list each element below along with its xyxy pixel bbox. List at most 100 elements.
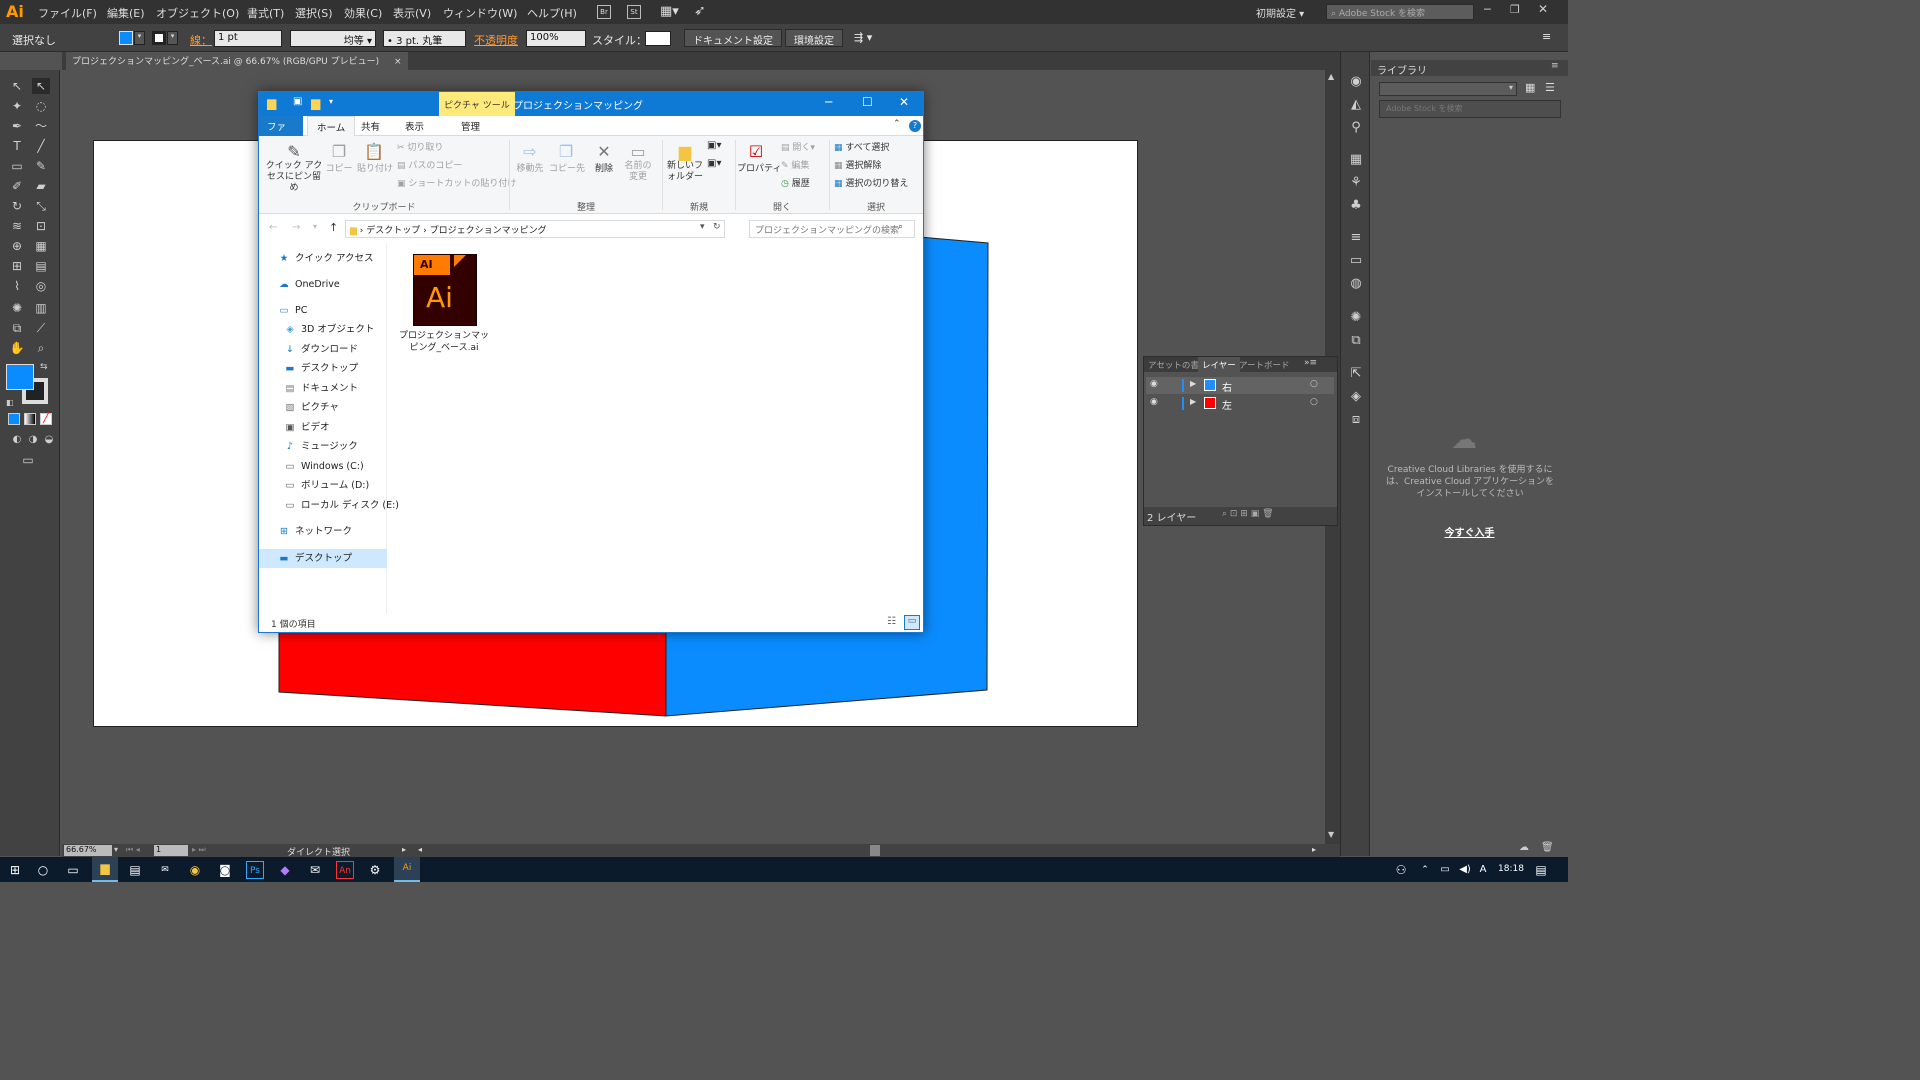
nav-drive-d[interactable]: ▭ ボリューム (D:) <box>259 476 387 495</box>
properties-quick-icon[interactable]: ▣ <box>293 96 302 107</box>
nav-label: ドキュメント <box>301 383 359 394</box>
pc-icon: ▭ <box>279 305 289 316</box>
file-item-ai[interactable]: AI Ai プロジェクションマッピング_ベース.ai <box>399 252 489 362</box>
tab-manage[interactable]: 管理 <box>461 119 480 133</box>
edit-button[interactable]: ✎ 編集 <box>781 158 809 171</box>
search-icon: ⌕ <box>898 222 904 232</box>
explorer-maximize-button[interactable]: ☐ <box>862 95 873 109</box>
new-folder-quick-icon[interactable]: ▆ <box>311 96 320 110</box>
new-folder-icon: ▆ <box>678 142 692 161</box>
back-arrow-icon[interactable]: ← <box>269 222 277 233</box>
nav-label: クイック アクセス <box>295 253 374 264</box>
cut-label: 切り取り <box>407 143 444 153</box>
explorer-minimize-button[interactable]: ─ <box>825 95 832 109</box>
pin-icon: ✎ <box>287 142 301 161</box>
nav-onedrive[interactable]: ☁ OneDrive <box>259 275 387 294</box>
copy-to-icon: ❐ <box>558 142 574 161</box>
paste-button[interactable]: 📋 貼り付け <box>357 142 394 174</box>
picture-tools-context-tab[interactable]: ピクチャ ツール <box>439 92 515 116</box>
explorer-window-title: プロジェクションマッピング <box>513 101 643 112</box>
tab-view[interactable]: 表示 <box>405 119 424 133</box>
folder-search-placeholder: プロジェクションマッピングの検索 <box>755 226 900 236</box>
breadcrumb-current[interactable]: プロジェクションマッピング <box>430 226 547 236</box>
recent-locations-icon[interactable]: ▾ <box>313 222 317 231</box>
copy-to-label: コピー先 <box>549 164 586 174</box>
fill-color-box[interactable] <box>6 364 34 390</box>
nav-desktop[interactable]: ▬ デスクトップ <box>259 359 387 378</box>
nav-pc[interactable]: ▭ PC <box>259 301 387 320</box>
invert-selection-label: 選択の切り替え <box>845 179 909 189</box>
file-name: プロジェクションマッピング_ベース.ai <box>399 331 490 353</box>
select-all-button[interactable]: ▦ すべて選択 <box>834 140 889 153</box>
nav-label: PC <box>295 305 308 316</box>
delete-button[interactable]: ✕ 削除 <box>589 142 619 174</box>
open-button[interactable]: ▤ 開く▾ <box>781 140 815 153</box>
ai-badge: AI <box>414 255 450 275</box>
tab-file[interactable]: ファイル <box>259 116 303 147</box>
paste-icon: 📋 <box>364 142 384 161</box>
address-row: ← → ▾ ↑ ▆ › デスクトップ › プロジェクションマッピング ▾ ↻ プ… <box>259 214 923 244</box>
copy-button[interactable]: ❐ コピー <box>325 142 353 174</box>
properties-label: プロパティ <box>737 164 782 174</box>
nav-documents[interactable]: ▤ ドキュメント <box>259 379 387 398</box>
new-folder-button[interactable]: ▆ 新しいフォルダー <box>665 142 705 183</box>
paste-shortcut-button[interactable]: ▣ ショートカットの貼り付け <box>397 176 516 189</box>
pin-to-quick-access-button[interactable]: ✎ クイック アクセスにピン留め <box>263 142 325 194</box>
explorer-close-button[interactable]: ✕ <box>899 95 909 109</box>
breadcrumb-desktop[interactable]: デスクトップ <box>366 226 420 236</box>
quick-access-toolbar-dropdown-icon[interactable]: ▾ <box>329 97 333 106</box>
open-group-label: 開く <box>772 203 791 213</box>
up-arrow-icon[interactable]: ↑ <box>329 221 338 234</box>
copy-icon: ❐ <box>331 142 347 161</box>
nav-label: デスクトップ <box>301 363 359 374</box>
paste-shortcut-label: ショートカットの貼り付け <box>408 179 517 189</box>
nav-label: ビデオ <box>301 422 330 433</box>
drive-icon: ▭ <box>285 480 295 491</box>
forward-arrow-icon[interactable]: → <box>292 222 300 233</box>
large-icons-view-icon[interactable]: ▭ <box>904 615 920 630</box>
nav-3d-objects[interactable]: ◈ 3D オブジェクト <box>259 320 387 339</box>
invert-selection-button[interactable]: ▦ 選択の切り替え <box>834 176 908 189</box>
help-icon[interactable]: ? <box>909 120 921 132</box>
address-bar[interactable]: ▆ › デスクトップ › プロジェクションマッピング ▾ ↻ <box>345 220 725 238</box>
tab-home[interactable]: ホーム <box>307 116 356 136</box>
nav-network[interactable]: ⊞ ネットワーク <box>259 522 387 541</box>
details-view-icon[interactable]: ☷ <box>887 616 896 627</box>
network-icon: ⊞ <box>280 526 288 537</box>
explorer-title-bar[interactable]: ▆ ▣ ▆ ▾ ピクチャ ツール プロジェクションマッピング ─ ☐ ✕ <box>259 92 923 116</box>
nav-label: ボリューム (D:) <box>301 480 370 491</box>
new-item-icon[interactable]: ▣▾ <box>707 140 721 151</box>
nav-desktop-root[interactable]: ▬ デスクトップ <box>259 549 387 568</box>
nav-quick-access[interactable]: ★ クイック アクセス <box>259 249 387 268</box>
nav-pictures[interactable]: ▧ ピクチャ <box>259 398 387 417</box>
paste-label: 貼り付け <box>357 164 394 174</box>
history-button[interactable]: ◷ 履歴 <box>781 176 810 189</box>
select-none-button[interactable]: ▦ 選択解除 <box>834 158 881 171</box>
nav-music[interactable]: ♪ ミュージック <box>259 437 387 456</box>
rename-icon: ▭ <box>630 142 646 161</box>
nav-label: デスクトップ <box>295 553 353 564</box>
select-all-label: すべて選択 <box>845 143 890 153</box>
rename-button[interactable]: ▭ 名前の変更 <box>621 142 655 183</box>
nav-drive-c[interactable]: ▭ Windows (C:) <box>259 457 387 476</box>
collapse-ribbon-icon[interactable]: ⌃ <box>893 119 901 129</box>
nav-drive-e[interactable]: ▭ ローカル ディスク (E:) <box>259 496 400 515</box>
nav-downloads[interactable]: ↓ ダウンロード <box>259 340 387 359</box>
properties-check-icon: ☑ <box>748 142 764 161</box>
address-dropdown-icon[interactable]: ▾ <box>700 222 705 232</box>
refresh-icon[interactable]: ↻ <box>713 222 721 232</box>
delete-label: 削除 <box>594 164 613 174</box>
nav-label: ネットワーク <box>295 526 353 537</box>
cut-button[interactable]: ✂ 切り取り <box>397 140 443 153</box>
tab-share[interactable]: 共有 <box>361 119 380 133</box>
properties-button[interactable]: ☑ プロパティ <box>737 142 782 174</box>
copy-to-button[interactable]: ❐ コピー先 <box>549 142 586 174</box>
new-folder-label: 新しいフォルダー <box>666 161 703 182</box>
folder-search-input[interactable]: プロジェクションマッピングの検索 ⌕ <box>749 220 915 238</box>
copy-path-label: パスのコピー <box>408 161 463 171</box>
icon-fold <box>454 255 466 267</box>
nav-videos[interactable]: ▣ ビデオ <box>259 418 387 437</box>
copy-path-button[interactable]: ▤ パスのコピー <box>397 158 462 171</box>
move-to-button[interactable]: ⇨ 移動先 <box>513 142 547 174</box>
easy-access-icon[interactable]: ▣▾ <box>707 158 721 169</box>
